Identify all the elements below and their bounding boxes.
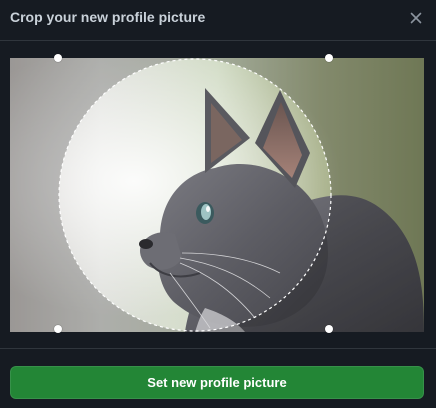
crop-profile-picture-dialog: Crop your new profile picture Set new pr… [0,0,436,408]
crop-handle-top-left[interactable] [54,54,62,62]
dialog-header: Crop your new profile picture [0,0,436,41]
dialog-title: Crop your new profile picture [10,9,206,25]
crop-handle-bottom-right[interactable] [325,325,333,333]
close-button[interactable] [406,8,426,28]
set-profile-picture-button[interactable]: Set new profile picture [10,366,424,399]
crop-area[interactable] [10,54,424,333]
close-icon [410,12,422,24]
crop-handle-bottom-left[interactable] [54,325,62,333]
crop-handle-top-right[interactable] [325,54,333,62]
profile-photo [10,58,424,332]
dialog-footer: Set new profile picture [0,348,436,408]
